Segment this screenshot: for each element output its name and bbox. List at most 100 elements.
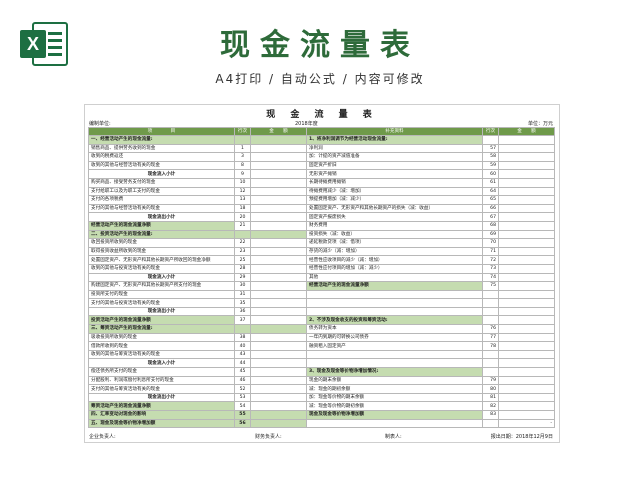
line-number-cell: 71 bbox=[482, 246, 499, 257]
line-number-cell: 46 bbox=[234, 375, 251, 386]
amount-cell bbox=[498, 315, 555, 326]
amount-cell bbox=[498, 177, 555, 188]
line-number-cell: 67 bbox=[482, 212, 499, 222]
amount-cell bbox=[498, 306, 555, 317]
item-cell: 二、投资活动产生的现金流量: bbox=[88, 229, 235, 240]
supplement-cell bbox=[306, 298, 483, 308]
item-cell: 收到的其他与经营活动有关的现金 bbox=[88, 160, 235, 171]
table-row: 四、汇率变动对现金的影响 55 现金及现金等价物净增加额 83 bbox=[88, 410, 555, 420]
line-number-cell bbox=[482, 315, 499, 326]
amount-cell bbox=[498, 195, 555, 205]
line-number-cell: 59 bbox=[482, 160, 499, 171]
table-row: 现金流出小计 20 固定资产报废损失 67 bbox=[88, 212, 555, 222]
page-subtitle: A4打印 / 自动公式 / 内容可修改 bbox=[215, 72, 425, 86]
table-row: 收到的其他与经营活动有关的现金 8 固定资产折旧 59 bbox=[88, 160, 555, 171]
line-number-cell: 78 bbox=[482, 341, 499, 351]
supplement-cell bbox=[306, 306, 483, 317]
line-number-cell: 80 bbox=[482, 384, 499, 394]
supplement-cell bbox=[306, 289, 483, 300]
item-cell: 三、筹资活动产生的现金流量: bbox=[88, 324, 235, 334]
table-row: 支付的其他与经营活动有关的现金 18 处置固定资产、无形资产和其他长期资产的损失（减… bbox=[88, 203, 555, 214]
item-cell: 一、经营活动产生的现金流量: bbox=[88, 135, 235, 145]
item-cell: 支付给职工以及为职工支付的现金 bbox=[88, 186, 235, 197]
line-number-cell: 25 bbox=[234, 255, 251, 265]
amount-cell bbox=[498, 169, 555, 179]
table-row: 现金流出小计 36 bbox=[88, 306, 555, 317]
item-cell: 偿还债务所支付的现金 bbox=[88, 367, 235, 377]
column-header: 金 额 bbox=[250, 127, 307, 136]
item-cell: 支付的其他与筹资活动有关的现金 bbox=[88, 384, 235, 394]
amount-cell bbox=[498, 392, 555, 403]
supplement-cell: 债务转为资本 bbox=[306, 324, 483, 334]
line-number-cell: 73 bbox=[482, 263, 499, 274]
line-number-cell: 70 bbox=[482, 238, 499, 248]
amount-cell bbox=[498, 341, 555, 351]
column-header: 补充资料 bbox=[306, 127, 483, 136]
supplement-cell: 经营性应收项目的减少（减：增加） bbox=[306, 255, 483, 265]
amount-cell bbox=[498, 401, 555, 411]
line-number-cell: 53 bbox=[234, 392, 251, 403]
supplement-cell: 存货的减少（减：增加） bbox=[306, 246, 483, 257]
amount-cell bbox=[250, 177, 307, 188]
amount-cell bbox=[498, 263, 555, 274]
table-row: 支付给职工以及为职工支付的现金 12 待摊费用减少（减：增加） 64 bbox=[88, 186, 555, 197]
amount-cell bbox=[498, 281, 555, 291]
table-row: 分配股利、利润或偿付利息所支付的现金 46 现金的期末余额 79 bbox=[88, 375, 555, 386]
table-row: 二、投资活动产生的现金流量: 投资损失（减：收益） 69 bbox=[88, 229, 555, 240]
table-row: 现金流入小计 9 无形资产摊销 60 bbox=[88, 169, 555, 179]
supplement-cell: 预提费用增加（减：减少） bbox=[306, 195, 483, 205]
supplement-cell: 融资租入固定资产 bbox=[306, 341, 483, 351]
table-row: 现金流出小计 53 加：现金等价物的期末余额 81 bbox=[88, 392, 555, 403]
table-row: 经营活动产生的现金流量净额 21 财务费用 68 bbox=[88, 220, 555, 231]
table-row: 偿还债务所支付的现金 45 3、现金及现金等价物净增加情况: bbox=[88, 367, 555, 377]
item-cell: 现金流出小计 bbox=[88, 212, 235, 222]
line-number-cell: 54 bbox=[234, 401, 251, 411]
supplement-cell: 待摊费用减少（减：增加） bbox=[306, 186, 483, 197]
amount-cell bbox=[250, 332, 307, 343]
line-number-cell: 57 bbox=[482, 143, 499, 154]
supplement-cell: 现金的期末余额 bbox=[306, 375, 483, 386]
line-number-cell: 60 bbox=[482, 169, 499, 179]
supplement-cell: 加：计提的资产减值准备 bbox=[306, 152, 483, 162]
amount-cell bbox=[250, 238, 307, 248]
line-number-cell: 1 bbox=[234, 143, 251, 154]
line-number-cell: 37 bbox=[234, 315, 251, 326]
table-row: 收回投资所收到的现金 22 递延税款贷项（减：借项） 70 bbox=[88, 238, 555, 248]
supplement-cell bbox=[306, 418, 483, 429]
item-cell: 处置固定资产、无形资产和其他长期资产所收回的现金净额 bbox=[88, 255, 235, 265]
amount-cell bbox=[250, 246, 307, 257]
amount-cell bbox=[498, 349, 555, 360]
amount-cell bbox=[250, 315, 307, 326]
table-row: 吸收投资所收到的现金 38 一年内到期的可转换公司债券 77 bbox=[88, 332, 555, 343]
column-header: 项 目 bbox=[88, 127, 235, 136]
item-cell: 支付的其他与经营活动有关的现金 bbox=[88, 203, 235, 214]
amount-cell bbox=[498, 255, 555, 265]
supplement-cell: 其他 bbox=[306, 272, 483, 283]
amount-cell bbox=[498, 238, 555, 248]
table-row: 收到的税费返还 3 加：计提的资产减值准备 58 bbox=[88, 152, 555, 162]
amount-cell bbox=[498, 298, 555, 308]
line-number-cell: 13 bbox=[234, 195, 251, 205]
line-number-cell: 20 bbox=[234, 212, 251, 222]
line-number-cell: 56 bbox=[234, 418, 251, 429]
table-row: 收到的其他与投资活动有关的现金 28 经营性应付项目的增加（减：减少） 73 bbox=[88, 263, 555, 274]
column-header: 行次 bbox=[482, 127, 499, 136]
table-row: 购建固定资产、无形资产和其他长期资产所支付的现金 30 经营活动产生的现金流量净额 7… bbox=[88, 281, 555, 291]
supplement-cell: 现金及现金等价物净增加额 bbox=[306, 410, 483, 420]
table-row: 五、现金及现金等价物净增加额 56 - bbox=[88, 418, 555, 429]
amount-cell bbox=[250, 212, 307, 222]
table-row: 支付的其他与筹资活动有关的现金 52 减：现金的期初余额 80 bbox=[88, 384, 555, 394]
amount-cell bbox=[250, 160, 307, 171]
table-row: 收到的其他与筹资活动有关的现金 43 bbox=[88, 349, 555, 360]
amount-cell bbox=[498, 324, 555, 334]
table-header-row: 项 目行次金 额补充资料 行次金 额 bbox=[88, 127, 555, 136]
amount-cell bbox=[498, 203, 555, 214]
supplement-cell: 2、不涉及现金收支的投资和筹资活动: bbox=[306, 315, 483, 326]
line-number-cell bbox=[482, 418, 499, 429]
line-number-cell: 77 bbox=[482, 332, 499, 343]
item-cell: 收回投资所收到的现金 bbox=[88, 238, 235, 248]
amount-cell bbox=[250, 306, 307, 317]
table-row: 现金流入小计 44 bbox=[88, 358, 555, 369]
amount-cell bbox=[250, 401, 307, 411]
table-row: 支付的其他与投资活动有关的现金 35 bbox=[88, 298, 555, 308]
